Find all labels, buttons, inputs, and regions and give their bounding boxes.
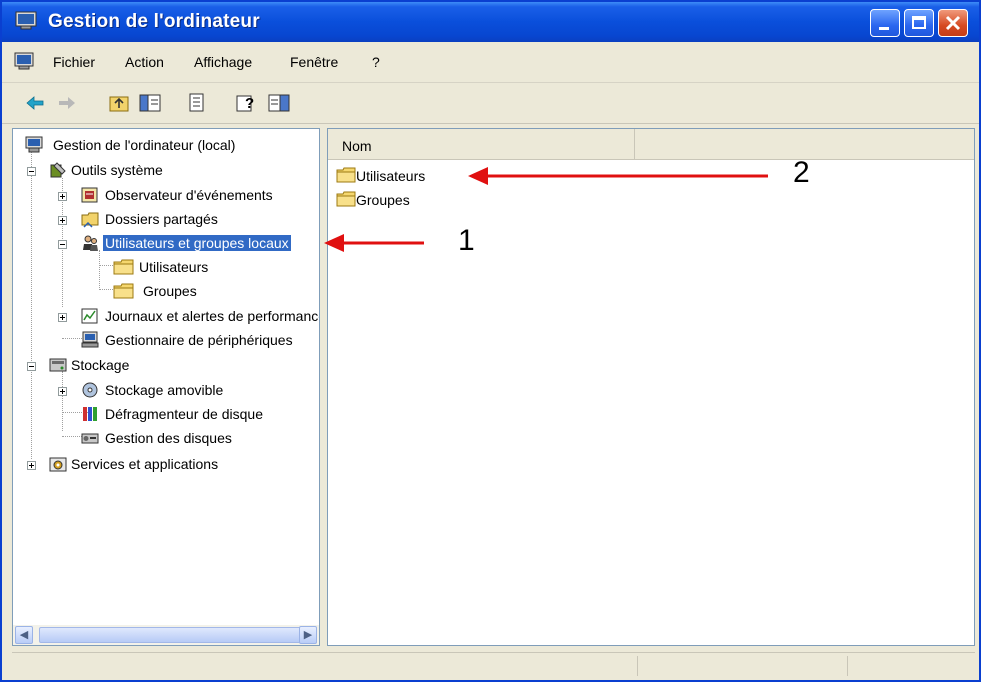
annotation-overlay xyxy=(324,167,768,252)
annotation-arrow-1 xyxy=(324,234,424,252)
annotation-arrow-2 xyxy=(468,167,768,185)
annotation-label-1: 1 xyxy=(458,224,475,257)
annotation-label-2: 2 xyxy=(793,156,810,189)
